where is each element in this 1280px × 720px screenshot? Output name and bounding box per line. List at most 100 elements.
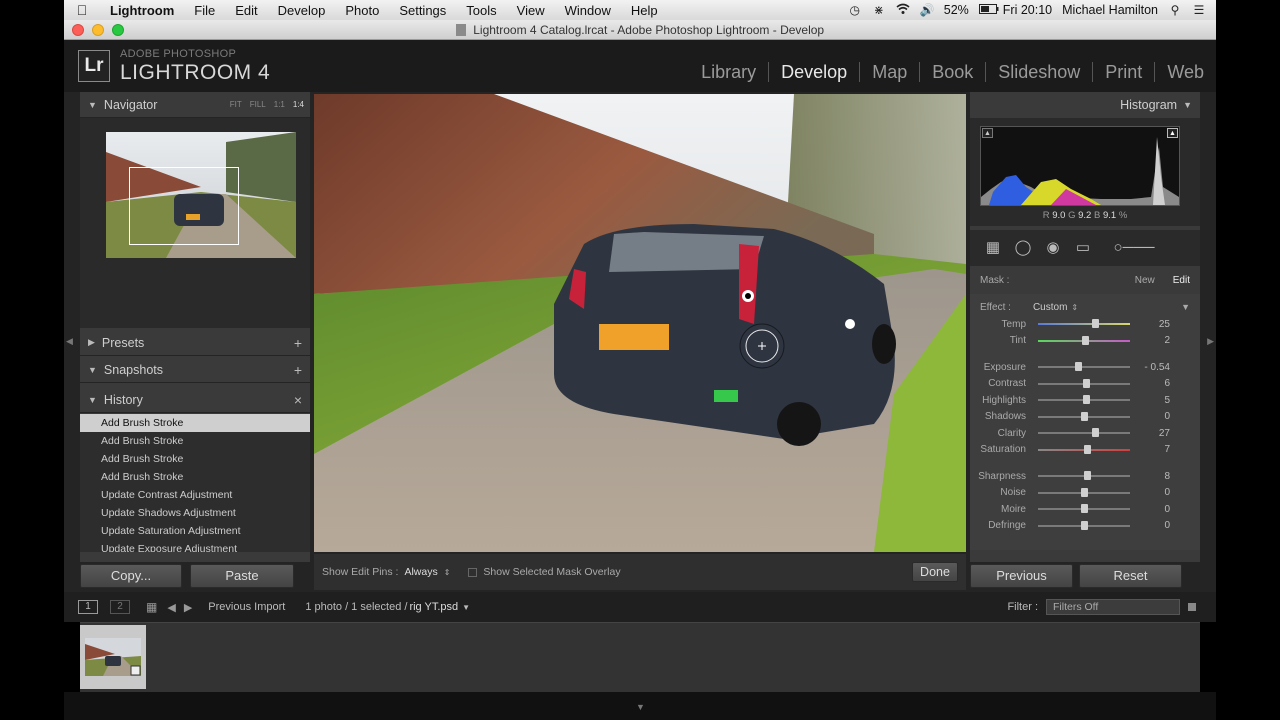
menu-window[interactable]: Window <box>555 3 621 18</box>
slider-value[interactable]: 7 <box>1130 444 1170 455</box>
menu-file[interactable]: File <box>184 3 225 18</box>
mask-overlay-checkbox[interactable] <box>468 567 478 577</box>
history-item[interactable]: Add Brush Stroke <box>80 468 310 486</box>
slider-handle[interactable] <box>1092 319 1100 329</box>
zoom-window-button[interactable] <box>112 24 124 36</box>
clock[interactable]: Fri 20:10 <box>1003 3 1052 17</box>
wifi-icon[interactable] <box>896 3 910 17</box>
apple-icon[interactable]:  <box>64 2 100 18</box>
slider-track[interactable] <box>1038 411 1130 421</box>
user-name[interactable]: Michael Hamilton <box>1062 3 1158 17</box>
menu-edit[interactable]: Edit <box>225 3 267 18</box>
histogram-graph[interactable]: ▲ ▲ <box>980 126 1180 206</box>
done-button[interactable]: Done <box>912 562 958 582</box>
zoom-1-4[interactable]: 1:4 <box>293 100 304 109</box>
add-snapshot-icon[interactable]: + <box>294 362 302 378</box>
slider-value[interactable]: 2 <box>1130 335 1170 346</box>
slider-track[interactable] <box>1038 362 1130 372</box>
red-eye-icon[interactable]: ◉ <box>1044 239 1062 257</box>
slider-track[interactable] <box>1038 335 1130 345</box>
slider-handle[interactable] <box>1081 411 1088 421</box>
left-panel-toggle-icon[interactable]: ◀ <box>66 336 73 347</box>
battery-icon[interactable] <box>978 3 999 17</box>
history-item[interactable]: Add Brush Stroke <box>80 450 310 468</box>
slider-value[interactable]: 27 <box>1130 428 1170 439</box>
slider-handle[interactable] <box>1075 362 1083 372</box>
selected-filename[interactable]: rig YT.psd <box>409 601 458 613</box>
menu-view[interactable]: View <box>507 3 555 18</box>
filter-lock-icon[interactable] <box>1188 603 1196 611</box>
add-preset-icon[interactable]: + <box>294 335 302 351</box>
slider-value[interactable]: 8 <box>1130 471 1170 482</box>
filmstrip-thumbnail-cell[interactable] <box>80 625 146 689</box>
module-slideshow[interactable]: Slideshow <box>985 62 1092 82</box>
history-item[interactable]: Update Saturation Adjustment <box>80 522 310 540</box>
history-item[interactable]: Update Exposure Adjustment <box>80 540 310 552</box>
slider-track[interactable] <box>1038 444 1130 454</box>
show-edit-pins-select[interactable]: Always <box>404 566 437 578</box>
slider-track[interactable] <box>1038 319 1130 329</box>
spotlight-search-icon[interactable]: ⚲ <box>1168 3 1182 17</box>
slider-handle[interactable] <box>1082 378 1090 388</box>
volume-icon[interactable]: 🔊 <box>920 3 935 17</box>
paste-settings-button[interactable]: Paste <box>190 564 294 588</box>
slider-value[interactable]: - 0.54 <box>1130 362 1170 373</box>
slider-value[interactable]: 0 <box>1130 487 1170 498</box>
source-label[interactable]: Previous Import <box>208 601 285 613</box>
secondary-window-button[interactable]: 2 <box>110 600 130 614</box>
slider-track[interactable] <box>1038 395 1130 405</box>
module-print[interactable]: Print <box>1092 62 1154 82</box>
slider-handle[interactable] <box>1081 520 1088 530</box>
navigator-header[interactable]: ▼ Navigator FIT FILL 1:1 1:4 <box>80 92 310 118</box>
previous-button[interactable]: Previous <box>970 564 1073 588</box>
filter-select[interactable]: Filters Off <box>1046 599 1180 615</box>
dropdown-arrow-icon[interactable]: ▼ <box>462 603 470 612</box>
primary-window-button[interactable]: 1 <box>78 600 98 614</box>
slider-value[interactable]: 5 <box>1130 395 1170 406</box>
module-web[interactable]: Web <box>1154 62 1216 82</box>
history-item[interactable]: Add Brush Stroke <box>80 432 310 450</box>
copy-settings-button[interactable]: Copy... <box>80 564 182 588</box>
grid-view-icon[interactable]: ▦ <box>146 600 157 614</box>
bluetooth-icon[interactable]: ⋇ <box>872 3 886 17</box>
module-develop[interactable]: Develop <box>768 62 859 82</box>
spot-removal-icon[interactable]: ◯ <box>1014 239 1032 257</box>
history-item[interactable]: Update Shadows Adjustment <box>80 504 310 522</box>
history-item[interactable]: Add Brush Stroke <box>80 414 310 432</box>
slider-track[interactable] <box>1038 487 1130 497</box>
menu-settings[interactable]: Settings <box>389 3 456 18</box>
snapshots-header[interactable]: ▼ Snapshots + <box>80 357 310 383</box>
mask-overlay-label[interactable]: Show Selected Mask Overlay <box>483 566 620 578</box>
presets-header[interactable]: ▶ Presets + <box>80 330 310 356</box>
collapse-triangle-icon[interactable]: ▼ <box>1181 302 1190 312</box>
slider-value[interactable]: 0 <box>1130 411 1170 422</box>
module-library[interactable]: Library <box>689 62 768 82</box>
history-header[interactable]: ▼ History × <box>80 387 310 413</box>
forward-arrow-icon[interactable]: ▶ <box>184 601 192 614</box>
clear-history-icon[interactable]: × <box>294 392 302 408</box>
menu-tools[interactable]: Tools <box>456 3 506 18</box>
notification-list-icon[interactable]: ☰ <box>1192 3 1206 17</box>
filmstrip-toggle-icon[interactable]: ▼ <box>636 702 645 712</box>
reset-button[interactable]: Reset <box>1079 564 1182 588</box>
navigator-viewport-rect[interactable] <box>129 167 239 245</box>
slider-track[interactable] <box>1038 428 1130 438</box>
main-photo-canvas[interactable] <box>314 94 966 552</box>
slider-handle[interactable] <box>1081 487 1088 497</box>
minimize-window-button[interactable] <box>92 24 104 36</box>
mask-new-button[interactable]: New <box>1135 275 1155 286</box>
zoom-1-1[interactable]: 1:1 <box>274 100 285 109</box>
back-arrow-icon[interactable]: ◀ <box>167 601 175 614</box>
histogram-header[interactable]: Histogram ▼ <box>970 92 1200 118</box>
slider-track[interactable] <box>1038 378 1130 388</box>
slider-handle[interactable] <box>1083 471 1091 481</box>
module-book[interactable]: Book <box>919 62 985 82</box>
slider-value[interactable]: 25 <box>1130 319 1170 330</box>
slider-track[interactable] <box>1038 504 1130 514</box>
slider-value[interactable]: 0 <box>1130 504 1170 515</box>
history-item[interactable]: Update Contrast Adjustment <box>80 486 310 504</box>
shadow-clipping-icon[interactable]: ▲ <box>982 128 993 138</box>
effect-preset-select[interactable]: Custom <box>1033 302 1067 313</box>
right-panel-toggle-icon[interactable]: ▶ <box>1207 336 1214 347</box>
slider-handle[interactable] <box>1081 504 1088 514</box>
